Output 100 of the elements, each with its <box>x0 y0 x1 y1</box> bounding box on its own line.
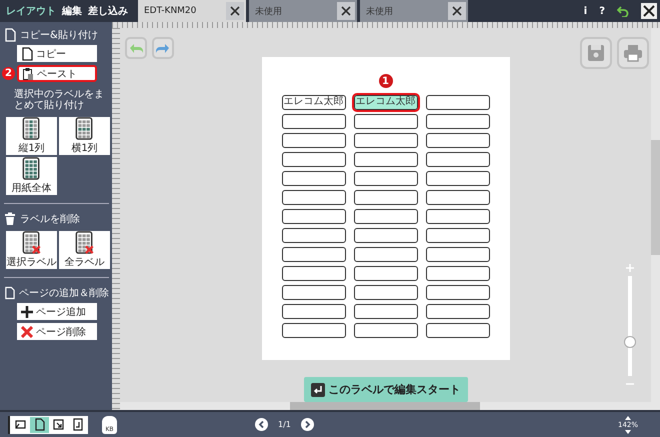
step-number: 2 <box>2 67 15 80</box>
document-icon <box>4 28 16 42</box>
label-slot[interactable] <box>282 323 346 338</box>
label-slot[interactable] <box>426 152 490 167</box>
view-mode-button[interactable] <box>30 416 49 432</box>
slider-thumb[interactable] <box>624 336 636 348</box>
label-slot[interactable] <box>354 228 418 243</box>
close-icon <box>341 6 351 16</box>
delete-tile-button[interactable]: 選択ラベル <box>6 231 57 269</box>
tab-label: 未使用 <box>255 6 282 18</box>
printer-icon <box>623 44 643 62</box>
page-button[interactable]: ページ追加 <box>17 303 97 320</box>
close-button[interactable] <box>641 3 657 19</box>
undo-icon[interactable] <box>617 5 629 17</box>
trash-icon <box>4 212 16 226</box>
label-slot[interactable] <box>354 133 418 148</box>
page-icon <box>70 418 84 431</box>
document-tab[interactable]: 未使用 <box>360 0 468 22</box>
delete-tile-button[interactable]: 全ラベル <box>59 231 110 269</box>
close-button[interactable] <box>337 2 355 20</box>
help-button[interactable]: ? <box>599 6 605 16</box>
paste-tile-button[interactable]: 用紙全体 <box>6 157 57 195</box>
document-icon <box>4 286 15 300</box>
tab[interactable]: 差し込み <box>88 4 128 18</box>
label-slot[interactable] <box>282 228 346 243</box>
label-slot[interactable] <box>282 171 346 186</box>
label-slot[interactable] <box>426 190 490 205</box>
scrollbar[interactable] <box>651 28 660 410</box>
label-slot[interactable] <box>282 285 346 300</box>
plus-icon <box>21 306 33 318</box>
plus-icon <box>626 264 634 272</box>
label-slot[interactable] <box>282 247 346 262</box>
close-icon <box>643 5 655 17</box>
label-slot[interactable] <box>354 323 418 338</box>
close-button[interactable] <box>448 2 466 20</box>
paste-tile-button[interactable]: 縦1列 <box>6 117 57 155</box>
page-icon <box>52 418 66 431</box>
label-slot[interactable] <box>426 304 490 319</box>
scrollbar-thumb[interactable] <box>651 140 660 255</box>
label-slot[interactable] <box>354 285 418 300</box>
label-slot[interactable] <box>354 209 418 224</box>
label-sheet-icon <box>22 231 42 254</box>
label-sheet-icon <box>22 117 42 140</box>
section-title: ページの追加＆削除 <box>19 286 109 300</box>
document-tab[interactable]: 未使用 <box>249 0 357 22</box>
redo-icon <box>156 43 170 53</box>
label-sheet-icon <box>22 157 42 180</box>
down-arrow-icon[interactable] <box>624 430 631 434</box>
label-slot[interactable] <box>354 247 418 262</box>
label-slot[interactable] <box>426 133 490 148</box>
scrollbar[interactable] <box>120 402 651 410</box>
label-slot[interactable] <box>282 209 346 224</box>
label-slot[interactable] <box>426 228 490 243</box>
label-slot[interactable]: エレコム太郎 <box>282 95 346 110</box>
label-slot[interactable] <box>426 285 490 300</box>
label-slot[interactable] <box>282 266 346 281</box>
cross-icon <box>21 326 33 338</box>
page-button[interactable]: ページ削除 <box>17 323 97 340</box>
label-slot[interactable] <box>354 114 418 129</box>
label-slot[interactable] <box>426 266 490 281</box>
label-slot[interactable] <box>354 152 418 167</box>
label-slot[interactable] <box>426 247 490 262</box>
tab-label: 未使用 <box>366 6 393 18</box>
label-slot[interactable]: エレコム太郎 <box>354 95 418 110</box>
print-button[interactable] <box>617 37 649 69</box>
label-slot[interactable] <box>426 114 490 129</box>
close-icon <box>452 6 462 16</box>
document-icon <box>21 46 33 60</box>
label-slot[interactable] <box>426 323 490 338</box>
label-slot[interactable] <box>354 190 418 205</box>
label-slot[interactable] <box>426 95 490 110</box>
section-note: 選択中のラベルをまとめて貼り付け <box>13 88 105 113</box>
start-edit-button[interactable]: このラベルで編集スタート <box>304 377 468 402</box>
paste-tile-button[interactable]: 横1列 <box>59 117 110 155</box>
label-slot[interactable] <box>282 152 346 167</box>
close-button[interactable] <box>226 2 244 20</box>
tab[interactable]: 編集 <box>62 4 82 18</box>
label-slot[interactable] <box>354 171 418 186</box>
label-slot[interactable] <box>426 171 490 186</box>
copy-button[interactable]: コピー <box>17 45 97 62</box>
label-slot[interactable] <box>282 133 346 148</box>
paste-button[interactable]: ペースト <box>17 65 97 82</box>
page-number: 1/1 <box>278 420 291 429</box>
page-icon <box>32 418 46 431</box>
label-slot[interactable] <box>354 266 418 281</box>
document-tab[interactable]: EDT-KNM20 <box>138 0 246 22</box>
section-title: コピー&貼り付け <box>20 28 98 42</box>
tab[interactable]: レイアウト <box>6 4 56 18</box>
scrollbar-thumb[interactable] <box>290 402 480 410</box>
next-page-icon[interactable] <box>300 418 314 431</box>
label-sheet-icon <box>74 117 94 140</box>
label-slot[interactable] <box>354 304 418 319</box>
previous-page-icon[interactable] <box>255 418 268 431</box>
up-arrow-icon[interactable] <box>624 416 631 420</box>
label-slot[interactable] <box>282 190 346 205</box>
label-slot[interactable] <box>426 209 490 224</box>
page-icon <box>14 418 28 431</box>
label-slot[interactable] <box>282 304 346 319</box>
label-slot[interactable] <box>282 114 346 129</box>
help-button[interactable]: i <box>584 6 588 16</box>
